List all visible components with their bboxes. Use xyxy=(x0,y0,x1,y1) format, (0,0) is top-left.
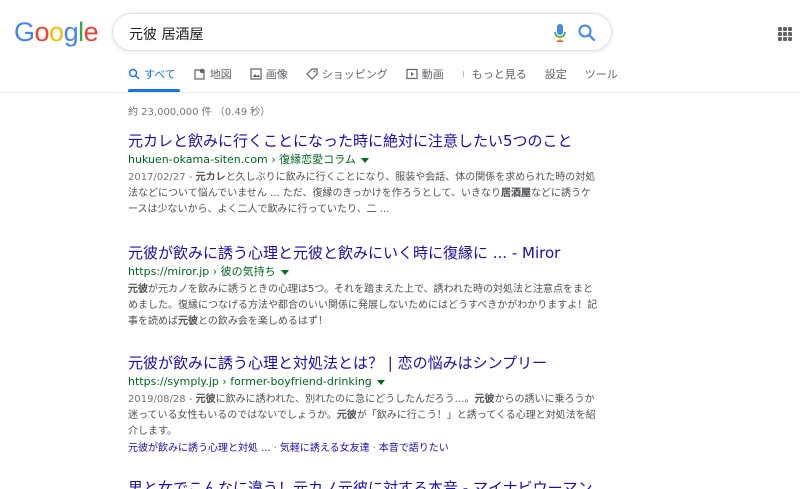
image-icon xyxy=(250,68,262,80)
snippet-bold: 元彼 xyxy=(336,410,357,421)
tab-label: 地図 xyxy=(209,68,232,81)
caret-down-icon[interactable] xyxy=(376,379,385,385)
snippet-text: との飲み会を楽しめるはず！ xyxy=(198,316,328,327)
tab-label: ショッピング xyxy=(321,68,388,81)
snippet-bold: 元彼 xyxy=(195,394,216,405)
tab-more[interactable]: もっと見る xyxy=(462,60,527,88)
google-logo[interactable]: Google xyxy=(14,17,99,48)
search-result: 元彼が飲みに誘う心理と元彼と飲みにいく時に復縁に ... - Miror htt… xyxy=(128,243,608,330)
snippet-bold: 元彼 xyxy=(178,316,198,327)
search-tabs: すべて 地図 画像 ショッピング 動画 もっと見る 設定 ツール xyxy=(128,60,636,92)
result-url[interactable]: https://symply.jp › former-boyfriend-dri… xyxy=(128,374,608,390)
result-url-text: hukuen-okama-siten.com › 復縁恋愛コラム xyxy=(128,153,356,166)
sitelinks: 元彼が飲みに誘う心理と対処 ... · 気軽に誘える女友達 · 本音で語りたい xyxy=(128,443,449,454)
search-icon[interactable] xyxy=(577,23,597,43)
result-title-link[interactable]: 男と女でこんなに違う！元カノ元彼に対する本音 - マイナビウーマン xyxy=(128,478,608,489)
search-result: 元カレと飲みに行くことになった時に絶対に注意したい5つのこと hukuen-ok… xyxy=(128,131,608,218)
result-url[interactable]: hukuen-okama-siten.com › 復縁恋愛コラム xyxy=(128,152,608,168)
sitelink[interactable]: 元彼が飲みに誘う心理と対処 ... xyxy=(128,443,271,454)
logo-letter: o xyxy=(49,17,64,47)
caret-down-icon[interactable] xyxy=(280,269,289,275)
search-result: 男と女でこんなに違う！元カノ元彼に対する本音 - マイナビウーマン xyxy=(128,478,608,489)
tab-label: 動画 xyxy=(421,68,444,81)
tab-label: 画像 xyxy=(265,68,288,81)
header-divider xyxy=(0,92,800,93)
tab-all[interactable]: すべて xyxy=(128,60,180,92)
caret-down-icon[interactable] xyxy=(360,157,369,163)
tab-label: ツール xyxy=(584,68,618,81)
search-input[interactable]: 元彼 居酒屋 xyxy=(129,24,203,44)
sitelink[interactable]: 気軽に誘える女友達 xyxy=(280,443,370,454)
tab-label: すべて xyxy=(144,68,176,81)
result-snippet: 元彼が元カノを飲みに誘うときの心理は5つ。それを踏まえた上で、誘われた時の対処法… xyxy=(128,282,598,330)
video-icon xyxy=(406,68,418,80)
search-icon xyxy=(128,68,140,80)
search-box[interactable]: 元彼 居酒屋 xyxy=(112,13,612,51)
result-url[interactable]: https://miror.jp › 彼の気持ち xyxy=(128,264,608,280)
snippet-bold: 元カレ xyxy=(195,172,226,183)
logo-letter: g xyxy=(63,17,79,47)
tab-images[interactable]: 画像 xyxy=(250,60,288,88)
tab-videos[interactable]: 動画 xyxy=(406,60,444,88)
result-title-link[interactable]: 元彼が飲みに誘う心理と対処法とは？ | 恋の悩みはシンプリー xyxy=(128,353,608,373)
logo-letter: G xyxy=(14,17,35,47)
logo-letter: e xyxy=(83,17,99,47)
result-url-text: https://miror.jp › 彼の気持ち xyxy=(128,265,276,278)
tab-label: 設定 xyxy=(544,68,567,81)
snippet-bold: 元彼 xyxy=(474,394,495,405)
result-title-link[interactable]: 元カレと飲みに行くことになった時に絶対に注意したい5つのこと xyxy=(128,131,608,151)
result-date: 2019/08/28 - xyxy=(128,394,196,405)
tab-shopping[interactable]: ショッピング xyxy=(305,60,388,88)
result-title-link[interactable]: 元彼が飲みに誘う心理と元彼と飲みにいく時に復縁に ... - Miror xyxy=(128,243,608,263)
snippet-text: に飲みに誘われた、別れたのに急にどうしたんだろう…。 xyxy=(215,394,475,405)
tab-tools[interactable]: ツール xyxy=(585,60,618,88)
snippet-bold: 居酒屋 xyxy=(501,188,531,199)
result-snippet: 2019/08/28 - 元彼に飲みに誘われた、別れたのに急にどうしたんだろう…… xyxy=(128,392,598,440)
more-vert-icon xyxy=(462,71,464,77)
map-icon xyxy=(194,68,205,80)
tab-settings[interactable]: 設定 xyxy=(545,60,567,88)
apps-grid-icon[interactable] xyxy=(778,27,792,41)
snippet-bold: 元彼 xyxy=(128,284,148,295)
result-snippet: 2017/02/27 - 元カレと久しぶりに飲みに行くことになり、服装や会話、体… xyxy=(128,170,598,218)
search-result: 元彼が飲みに誘う心理と対処法とは？ | 恋の悩みはシンプリー https://s… xyxy=(128,353,608,457)
result-date: 2017/02/27 - xyxy=(128,172,196,183)
result-stats: 約 23,000,000 件 （0.49 秒） xyxy=(128,107,271,118)
tab-label: もっと見る xyxy=(471,68,527,81)
sitelink[interactable]: 本音で語りたい xyxy=(379,443,449,454)
tag-icon xyxy=(305,68,318,80)
tab-maps[interactable]: 地図 xyxy=(194,60,232,88)
logo-letter: o xyxy=(34,17,50,47)
result-url-text: https://symply.jp › former-boyfriend-dri… xyxy=(128,375,372,388)
microphone-icon[interactable] xyxy=(553,23,567,43)
